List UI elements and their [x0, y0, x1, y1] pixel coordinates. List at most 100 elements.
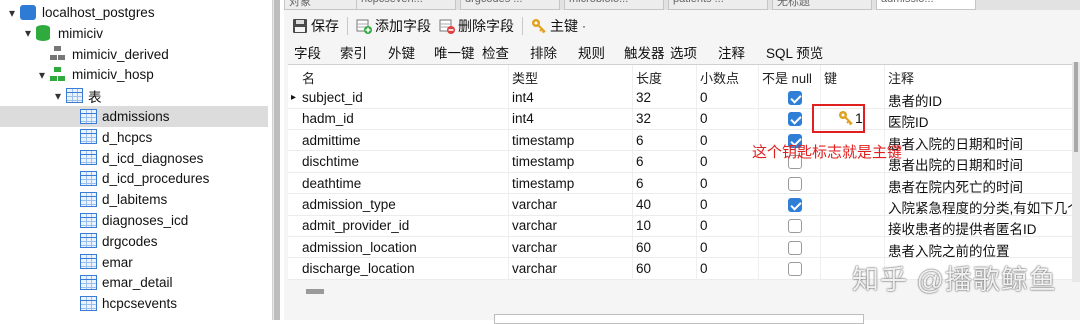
subtab-0[interactable]: 字段 [294, 42, 321, 62]
cell-length[interactable]: 10 [636, 218, 651, 233]
editor-tab[interactable]: admissio... [876, 0, 976, 10]
cell-name[interactable]: discharge_location [302, 261, 415, 276]
cell-length[interactable]: 6 [636, 154, 644, 169]
chevron-down-icon[interactable]: ▾ [36, 68, 48, 82]
cell-name[interactable]: admit_provider_id [302, 218, 409, 233]
not-null-checkbox[interactable] [788, 176, 802, 191]
cell-comment[interactable]: 患者入院之前的位置 [888, 240, 1074, 260]
cell-comment[interactable]: 接收患者的提供者匿名ID [888, 218, 1074, 238]
not-null-checkbox[interactable] [788, 219, 802, 234]
cell-name[interactable]: hadm_id [302, 111, 354, 126]
cell-length[interactable]: 32 [636, 90, 651, 105]
editor-tab[interactable]: patients ... [668, 0, 768, 10]
cell-name[interactable]: admission_type [302, 197, 396, 212]
subtab-4[interactable]: 检查 [482, 42, 509, 62]
cell-decimals[interactable]: 0 [700, 154, 708, 169]
grid-column-header[interactable]: 小数点 [700, 68, 739, 87]
table-row[interactable]: admittime timestamp 6 0 患者入院的日期和时间 [288, 130, 1078, 152]
grid-vertical-scrollbar-thumb[interactable] [1074, 62, 1078, 152]
editor-tab[interactable]: microbiolo... [564, 0, 664, 10]
cell-type[interactable]: varchar [512, 197, 557, 212]
cell-length[interactable]: 60 [636, 261, 651, 276]
cell-decimals[interactable]: 0 [700, 240, 708, 255]
chevron-down-icon[interactable]: ▾ [52, 89, 64, 103]
cell-length[interactable]: 6 [636, 133, 644, 148]
table-row[interactable]: hadm_id int4 32 0 医院ID [288, 108, 1078, 130]
chevron-down-icon[interactable]: ▾ [6, 6, 18, 20]
editor-tab[interactable]: hcpcseven... [356, 0, 456, 10]
cell-name[interactable]: admission_location [302, 240, 417, 255]
primary-key-dropdown-caret[interactable]: · [582, 19, 586, 33]
grid-vertical-scrollbar[interactable] [1072, 62, 1080, 282]
cell-type[interactable]: int4 [512, 90, 534, 105]
cell-decimals[interactable]: 0 [700, 261, 708, 276]
cell-comment[interactable]: 患者出院的日期和时间 [888, 154, 1074, 174]
cell-type[interactable]: varchar [512, 218, 557, 233]
tree-item-emar-detail[interactable]: emar_detail [0, 272, 268, 293]
table-row[interactable]: dischtime timestamp 6 0 患者出院的日期和时间 [288, 151, 1078, 173]
tree-item-d-icd-procedures[interactable]: d_icd_procedures [0, 168, 268, 189]
subtab-2[interactable]: 外键 [388, 42, 415, 62]
cell-length[interactable]: 60 [636, 240, 651, 255]
tree-item-tables-folder[interactable]: ▾ 表 [0, 85, 268, 106]
subtab-3[interactable]: 唯一键 [434, 42, 475, 62]
tree-item-d-hcpcs[interactable]: d_hcpcs [0, 127, 268, 148]
subtab-1[interactable]: 索引 [340, 42, 367, 62]
grid-column-header[interactable]: 类型 [512, 68, 538, 87]
cell-decimals[interactable]: 0 [700, 176, 708, 191]
subtab-8[interactable]: 选项 [670, 42, 697, 62]
cell-decimals[interactable]: 0 [700, 90, 708, 105]
subtab-7[interactable]: 触发器 [624, 42, 665, 62]
cell-type[interactable]: timestamp [512, 176, 574, 191]
cell-decimals[interactable]: 0 [700, 133, 708, 148]
tree-scrollbar-thumb[interactable] [274, 0, 280, 320]
not-null-checkbox[interactable] [788, 112, 802, 127]
tree-item-mimiciv[interactable]: ▾ mimiciv [0, 23, 268, 44]
grid-horizontal-scrollbar-thumb[interactable] [306, 289, 324, 294]
tree-item-emar[interactable]: emar [0, 252, 268, 273]
subtab-5[interactable]: 排除 [530, 42, 557, 62]
not-null-checkbox[interactable] [788, 262, 802, 277]
not-null-checkbox[interactable] [788, 198, 802, 212]
chevron-down-icon[interactable]: ▾ [22, 26, 34, 40]
table-row[interactable]: deathtime timestamp 6 0 患者在院内死亡的时间 [288, 173, 1078, 195]
add-field-button[interactable]: 添加字段 [356, 16, 431, 36]
cell-type[interactable]: timestamp [512, 154, 574, 169]
tree-item-mimiciv-hosp[interactable]: ▾ mimiciv_hosp [0, 64, 268, 85]
cell-length[interactable]: 32 [636, 111, 651, 126]
not-null-checkbox[interactable] [788, 240, 802, 255]
cell-name[interactable]: deathtime [302, 176, 361, 191]
primary-key-button[interactable]: 主键 · [531, 16, 586, 36]
cell-name[interactable]: admittime [302, 133, 361, 148]
cell-comment[interactable]: 患者入院的日期和时间 [888, 133, 1074, 153]
subtab-6[interactable]: 规则 [578, 42, 605, 62]
cell-comment[interactable]: 医院ID [888, 111, 1074, 131]
cell-decimals[interactable]: 0 [700, 197, 708, 212]
cell-comment[interactable]: 患者在院内死亡的时间 [888, 176, 1074, 196]
editor-tab[interactable]: 无标题 [772, 0, 872, 10]
table-row[interactable]: admit_provider_id varchar 10 0 接收患者的提供者匿名ID [288, 215, 1078, 237]
cell-comment[interactable]: 患者的ID [888, 90, 1074, 110]
subtab-10[interactable]: SQL 预览 [766, 42, 823, 62]
tree-scrollbar[interactable] [272, 0, 280, 320]
cell-type[interactable]: int4 [512, 111, 534, 126]
cell-length[interactable]: 40 [636, 197, 651, 212]
cell-type[interactable]: varchar [512, 240, 557, 255]
tree-item-hcpcsevents[interactable]: hcpcsevents [0, 293, 268, 314]
tree-item-diagnoses-icd[interactable]: diagnoses_icd [0, 210, 268, 231]
not-null-checkbox[interactable] [788, 91, 802, 105]
grid-column-header[interactable]: 长度 [636, 68, 662, 87]
tree-item-d-icd-diagnoses[interactable]: d_icd_diagnoses [0, 148, 268, 169]
cell-name[interactable]: dischtime [302, 154, 359, 169]
cell-length[interactable]: 6 [636, 176, 644, 191]
cell-decimals[interactable]: 0 [700, 111, 708, 126]
delete-field-button[interactable]: 删除字段 [439, 16, 514, 36]
grid-column-header[interactable]: 键 [824, 68, 837, 87]
cell-comment[interactable]: 入院紧急程度的分类,有如下几个 [888, 197, 1074, 217]
grid-column-header[interactable]: 不是 null [762, 68, 812, 87]
grid-column-header[interactable]: 注释 [888, 68, 914, 87]
grid-column-header[interactable]: 名 [302, 68, 315, 87]
cell-type[interactable]: varchar [512, 261, 557, 276]
table-row[interactable]: admission_location varchar 60 0 患者入院之前的位置 [288, 237, 1078, 259]
cell-decimals[interactable]: 0 [700, 218, 708, 233]
